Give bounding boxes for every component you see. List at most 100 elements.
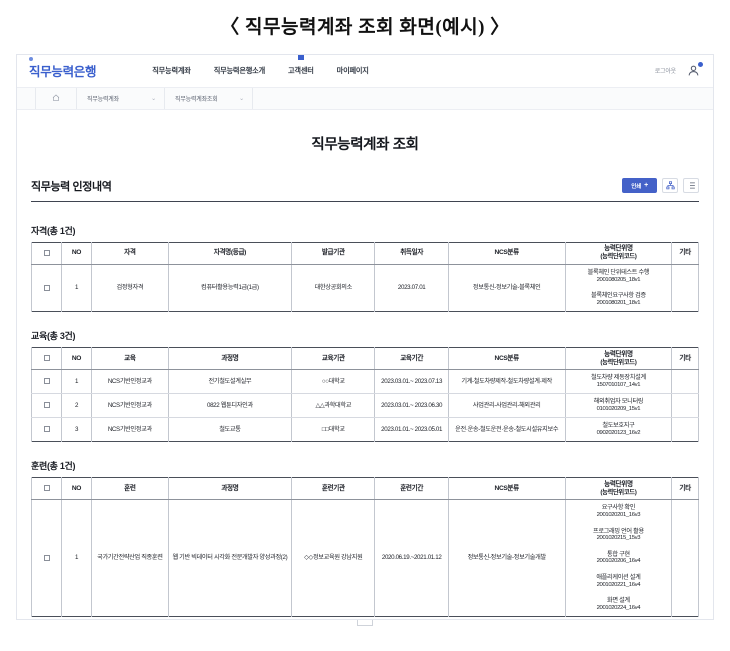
competency-unit-name: 화면 설계 2001020224_16v4 [566, 593, 672, 616]
cell-organization: ○○대학교 [291, 369, 376, 395]
cell-competency-units: 요구사항 확인 2001020201_16v3 프로그래밍 언어 활용 2001020… [564, 499, 673, 617]
nav-item-account[interactable]: 직무능력계좌 [152, 66, 191, 76]
row-checkbox[interactable] [31, 369, 62, 395]
cell-no: 1 [61, 499, 92, 617]
cell-ncs-category: 기계-철도차량제작-철도차량설계·제작 [447, 369, 566, 395]
competency-unit-code: 2001020215_15v3 [596, 535, 641, 542]
table-block-1: 교육(총 3건) NO 교육 과정명 교육기관 교육기간 NCS분류 능력단위명 (능력단위코드… [31, 329, 699, 443]
competency-unit-item: 블록체인 단위테스트 수행 2001080205_18v1 [566, 265, 672, 288]
cell-period: 2023.07.01 [374, 264, 449, 312]
cell-ncs-category: 운전·운송-철도운전·운송-철도시설유지보수 [447, 417, 566, 442]
list-view-icon[interactable] [683, 178, 699, 194]
user-account-icon[interactable] [686, 62, 703, 78]
competency-unit-name: 철도차량 제동장치설계 1507010107_14v1 [566, 370, 672, 393]
column-header-4: 교육기관 [291, 347, 376, 371]
breadcrumb-select-account[interactable]: 직무능력계좌 ⌄ [77, 87, 165, 109]
table-row[interactable]: 3 NCS기반인정교과 철도교통 □□대학교 2023.01.01.~ 2023.05.… [31, 417, 699, 442]
nav-item-about[interactable]: 직무능력은행소개 [214, 66, 266, 76]
logout-link[interactable]: 로그아웃 [655, 66, 676, 75]
data-table-0: NO 자격 자격명(등급) 발급기관 취득일자 NCS분류 능력단위명 (능력단위코드) 기타 1… [31, 241, 699, 313]
column-header-6: NCS분류 [447, 477, 566, 501]
app-window: 직무능력은행 직무능력계좌 직무능력은행소개 고객센터 마이페이지 로그아웃 직… [16, 53, 714, 620]
column-header-6: NCS분류 [447, 242, 566, 265]
cell-organization: □□대학교 [291, 417, 376, 442]
checkbox-box[interactable] [43, 354, 50, 361]
row-checkbox[interactable] [31, 499, 62, 617]
cell-etc [671, 417, 699, 442]
select-all-checkbox[interactable] [31, 477, 62, 501]
cell-ncs-category: 정보통신-정보기술-블록체인 [447, 264, 566, 312]
table-row[interactable]: 1 검정형자격 컴퓨터활용능력1급(1급) 대한상공회의소 2023.07.01 정보통신… [31, 264, 699, 312]
select-all-checkbox[interactable] [31, 347, 62, 371]
cell-type: NCS기반인정교과 [91, 417, 169, 442]
table-row[interactable]: 1 NCS기반인정교과 전기철도설계실무 ○○대학교 2023.03.01.~ 2023… [31, 369, 699, 395]
competency-unit-item: 요구사항 확인 2001020201_16v3 [566, 500, 672, 523]
breadcrumb: 직무능력계좌 ⌄ 직무능력계좌조회 ⌄ [17, 87, 713, 110]
cell-type: 검정형자격 [91, 264, 169, 312]
competency-unit-code: 2001080201_18v1 [596, 299, 641, 306]
cell-competency-units: 블록체인 단위테스트 수행 2001080205_18v1 블록체인요구사항 검증 2… [564, 264, 673, 312]
competency-unit-name: 요구사항 확인 2001020201_16v3 [566, 500, 672, 523]
cell-ncs-category: 사업관리-사업관리-해외관리 [447, 393, 566, 419]
column-header-8: 기타 [671, 242, 699, 265]
nav-item-customer-center[interactable]: 고객센터 [288, 66, 314, 76]
checkbox-box[interactable] [43, 426, 50, 433]
cell-course-name: 전기철도설계실무 [167, 369, 293, 395]
fold-mark [357, 619, 373, 626]
home-icon[interactable] [35, 87, 77, 109]
checkbox-box[interactable] [43, 284, 50, 291]
row-checkbox[interactable] [31, 264, 62, 312]
table-label-0: 자격(총 1건) [31, 225, 76, 236]
cell-etc [671, 369, 699, 395]
page-title: 직무능력계좌 조회 [311, 136, 419, 153]
competency-unit-item: 통합 구현 2001020206_16v4 [566, 547, 672, 570]
column-header-unit-name: 능력단위명 (능력단위코드) [564, 477, 673, 501]
competency-unit-item: 블록체인요구사항 검증 2001080201_18v1 [566, 288, 672, 311]
page-body: 직무능력계좌 조회 직무능력 인정내역 인쇄 + 자격(총 1건) NO 자격 … [17, 133, 713, 618]
section-header: 직무능력 인정내역 인쇄 + [31, 178, 699, 202]
brand-logo[interactable]: 직무능력은행 [29, 61, 97, 80]
table-block-2: 훈련(총 1건) NO 훈련 과정명 훈련기관 훈련기간 NCS분류 능력단위명 (능력단위코드… [31, 459, 699, 618]
table-row[interactable]: 2 NCS기반인정교과 0822 웹툰디자인과 △△과학대학교 2023.03.01.~… [31, 393, 699, 419]
competency-unit-item: 철도차량 제동장치설계 1507010107_14v1 [566, 370, 672, 393]
cell-type: NCS기반인정교과 [91, 393, 169, 419]
hierarchy-view-icon[interactable] [662, 178, 678, 194]
cell-course-name: 웹 기반 빅데이터 시각화 전문개발자 양성과정(2) [167, 499, 293, 617]
table-row[interactable]: 1 국가기간전략산업 직종훈련 웹 기반 빅데이터 시각화 전문개발자 양성과정(2… [31, 499, 699, 617]
cell-course-name: 철도교통 [167, 417, 293, 442]
main-navigation: 직무능력계좌 직무능력은행소개 고객센터 마이페이지 [152, 66, 369, 76]
competency-unit-code: 2001020221_16v4 [596, 581, 641, 588]
column-header-5: 훈련기간 [374, 477, 449, 501]
section-title: 직무능력 인정내역 [31, 180, 112, 193]
row-checkbox[interactable] [31, 417, 62, 442]
competency-unit-code: 2001080205_18v1 [596, 276, 641, 283]
cell-period: 2020.06.19.~2021.01.12 [374, 499, 449, 617]
cell-etc [671, 393, 699, 419]
section-actions: 인쇄 + [622, 178, 699, 194]
checkbox-box[interactable] [43, 249, 50, 256]
notification-dot [698, 62, 703, 68]
nav-item-mypage[interactable]: 마이페이지 [337, 66, 369, 76]
column-header-unit-code: (능력단위코드) [600, 358, 637, 366]
checkbox-box[interactable] [43, 554, 50, 561]
select-all-checkbox[interactable] [31, 242, 62, 265]
competency-unit-code: 2001020206_16v4 [596, 558, 641, 565]
print-button[interactable]: 인쇄 + [622, 178, 657, 194]
column-header-1: NO [61, 477, 92, 501]
breadcrumb-label-account-search: 직무능력계좌조회 [175, 96, 218, 103]
competency-unit-code: 0902020123_16v2 [596, 430, 641, 437]
column-header-2: 교육 [91, 347, 169, 371]
column-header-unit-name: 능력단위명 (능력단위코드) [564, 347, 673, 371]
table-block-0: 자격(총 1건) NO 자격 자격명(등급) 발급기관 취득일자 NCS분류 능력단위명 (능력… [31, 224, 699, 313]
checkbox-box[interactable] [43, 485, 50, 492]
competency-unit-item: 애플리케이션 설계 2001020221_16v4 [566, 570, 672, 593]
checkbox-box[interactable] [43, 378, 50, 385]
cell-organization: 대한상공회의소 [291, 264, 376, 312]
checkbox-box[interactable] [43, 402, 50, 409]
breadcrumb-select-account-search[interactable]: 직무능력계좌조회 ⌄ [165, 87, 253, 109]
breadcrumb-label-account: 직무능력계좌 [87, 96, 119, 103]
row-checkbox[interactable] [31, 393, 62, 419]
column-header-4: 발급기관 [291, 242, 376, 265]
cell-no: 1 [61, 369, 92, 395]
data-table-2: NO 훈련 과정명 훈련기관 훈련기간 NCS분류 능력단위명 (능력단위코드) 기타 1 국가기간… [31, 477, 699, 618]
